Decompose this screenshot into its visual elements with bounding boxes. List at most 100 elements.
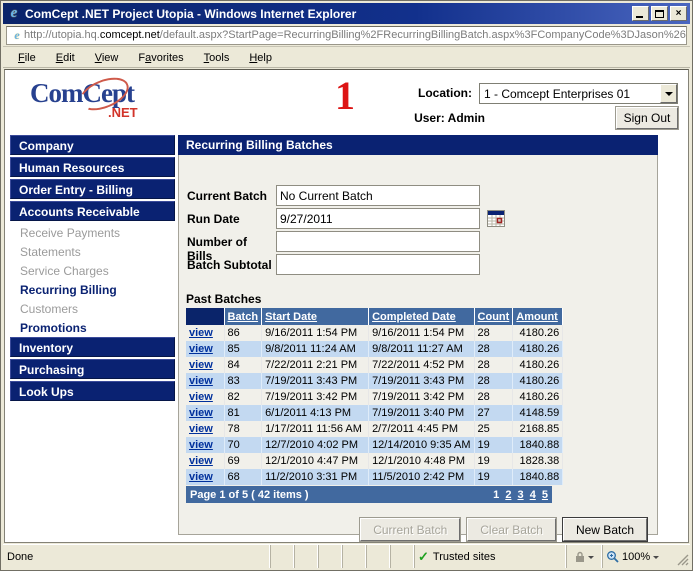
cell-amount: 4180.26 bbox=[513, 357, 563, 373]
new-batch-button[interactable]: New Batch bbox=[563, 518, 647, 541]
view-link[interactable]: view bbox=[189, 439, 213, 451]
pager-page-2[interactable]: 2 bbox=[505, 489, 511, 501]
view-link[interactable]: view bbox=[189, 327, 213, 339]
protected-mode-pane[interactable] bbox=[566, 545, 602, 568]
page-title: Recurring Billing Batches bbox=[178, 135, 658, 155]
view-link[interactable]: view bbox=[189, 407, 213, 419]
sidebar-item-promotions[interactable]: Promotions bbox=[10, 318, 175, 337]
cell-batch: 86 bbox=[224, 325, 262, 341]
resize-grip[interactable] bbox=[677, 554, 689, 566]
cell-start: 7/19/2011 3:42 PM bbox=[262, 389, 369, 405]
cell-start: 11/2/2010 3:31 PM bbox=[262, 469, 369, 485]
sidebar-item-service-charges[interactable]: Service Charges bbox=[10, 261, 175, 280]
cell-count: 28 bbox=[474, 373, 513, 389]
maximize-button[interactable] bbox=[651, 6, 668, 21]
zoom-control[interactable]: 100% bbox=[602, 545, 690, 568]
security-zone-label: Trusted sites bbox=[433, 551, 496, 563]
location-select[interactable]: 1 - Comcept Enterprises 01 bbox=[479, 83, 678, 104]
cell-batch: 78 bbox=[224, 421, 262, 437]
cell-batch: 70 bbox=[224, 437, 262, 453]
sidebar-nav: Company Human Resources Order Entry - Bi… bbox=[10, 135, 175, 403]
cell-count: 28 bbox=[474, 389, 513, 405]
sidebar-item-receive-payments[interactable]: Receive Payments bbox=[10, 223, 175, 242]
menu-bar: File Edit View Favorites Tools Help bbox=[3, 48, 690, 68]
status-text: Done bbox=[3, 545, 270, 568]
view-link[interactable]: view bbox=[189, 455, 213, 467]
cell-batch: 69 bbox=[224, 453, 262, 469]
table-row: view 86 9/16/2011 1:54 PM 9/16/2011 1:54… bbox=[186, 325, 563, 341]
view-link[interactable]: view bbox=[189, 359, 213, 371]
sidebar-item-order-entry-billing[interactable]: Order Entry - Billing bbox=[10, 179, 175, 199]
cell-count: 19 bbox=[474, 453, 513, 469]
close-button[interactable]: × bbox=[670, 6, 687, 21]
browser-window: e ComCept .NET Project Utopia - Windows … bbox=[0, 0, 693, 571]
cell-count: 27 bbox=[474, 405, 513, 421]
column-batch[interactable]: Batch bbox=[224, 308, 262, 325]
minimize-button[interactable] bbox=[632, 6, 649, 21]
cell-count: 28 bbox=[474, 341, 513, 357]
cell-amount: 4180.26 bbox=[513, 373, 563, 389]
cell-count: 28 bbox=[474, 357, 513, 373]
cell-amount: 1828.38 bbox=[513, 453, 563, 469]
run-date-label: Run Date bbox=[187, 212, 273, 226]
sidebar-item-statements[interactable]: Statements bbox=[10, 242, 175, 261]
view-link[interactable]: view bbox=[189, 391, 213, 403]
menu-edit[interactable]: Edit bbox=[47, 50, 84, 66]
cell-completed: 12/14/2010 9:35 AM bbox=[369, 437, 474, 453]
column-count[interactable]: Count bbox=[474, 308, 513, 325]
pager-page-3[interactable]: 3 bbox=[518, 489, 524, 501]
sidebar-item-inventory[interactable]: Inventory bbox=[10, 337, 175, 357]
sidebar-item-accounts-receivable[interactable]: Accounts Receivable bbox=[10, 201, 175, 221]
table-row: view 69 12/1/2010 4:47 PM 12/1/2010 4:48… bbox=[186, 453, 563, 469]
location-dropdown-arrow-icon[interactable] bbox=[660, 84, 677, 103]
sidebar-item-company[interactable]: Company bbox=[10, 135, 175, 155]
calendar-icon[interactable] bbox=[487, 210, 505, 227]
batch-subtotal-label: Batch Subtotal bbox=[187, 258, 273, 272]
sidebar-item-customers[interactable]: Customers bbox=[10, 299, 175, 318]
run-date-field[interactable] bbox=[276, 208, 480, 229]
cell-batch: 81 bbox=[224, 405, 262, 421]
cell-amount: 1840.88 bbox=[513, 437, 563, 453]
page-content: ComCept .NET 1 Location: 1 - Comcept Ent… bbox=[4, 69, 689, 543]
window-title: ComCept .NET Project Utopia - Windows In… bbox=[25, 7, 632, 21]
address-bar: e http://utopia.hq.comcept.net/default.a… bbox=[3, 24, 690, 47]
user-label: User: Admin bbox=[357, 111, 485, 125]
view-link[interactable]: view bbox=[189, 423, 213, 435]
view-link[interactable]: view bbox=[189, 343, 213, 355]
view-link[interactable]: view bbox=[189, 471, 213, 483]
column-completed-date[interactable]: Completed Date bbox=[369, 308, 474, 325]
sidebar-item-look-ups[interactable]: Look Ups bbox=[10, 381, 175, 401]
cell-count: 19 bbox=[474, 437, 513, 453]
menu-file[interactable]: File bbox=[9, 50, 45, 66]
sidebar-item-human-resources[interactable]: Human Resources bbox=[10, 157, 175, 177]
main-body: Current Batch Run Date bbox=[178, 155, 658, 535]
sidebar-item-purchasing[interactable]: Purchasing bbox=[10, 359, 175, 379]
url-input[interactable]: e http://utopia.hq.comcept.net/default.a… bbox=[6, 26, 687, 45]
view-link[interactable]: view bbox=[189, 375, 213, 387]
trusted-check-icon: ✓ bbox=[418, 549, 429, 565]
current-batch-field[interactable] bbox=[276, 185, 480, 206]
cell-amount: 4180.26 bbox=[513, 325, 563, 341]
menu-favorites[interactable]: Favorites bbox=[129, 50, 192, 66]
menu-view[interactable]: View bbox=[86, 50, 128, 66]
cell-amount: 1840.88 bbox=[513, 469, 563, 485]
menu-help[interactable]: Help bbox=[240, 50, 281, 66]
cell-amount: 4148.59 bbox=[513, 405, 563, 421]
sidebar-item-recurring-billing[interactable]: Recurring Billing bbox=[10, 280, 175, 299]
pager-page-4[interactable]: 4 bbox=[530, 489, 536, 501]
past-batches-title: Past Batches bbox=[186, 292, 261, 306]
cell-batch: 85 bbox=[224, 341, 262, 357]
location-selected-value: 1 - Comcept Enterprises 01 bbox=[480, 84, 660, 103]
cell-completed: 2/7/2011 4:45 PM bbox=[369, 421, 474, 437]
cell-start: 9/16/2011 1:54 PM bbox=[262, 325, 369, 341]
menu-tools[interactable]: Tools bbox=[195, 50, 239, 66]
column-amount[interactable]: Amount bbox=[513, 308, 563, 325]
batch-subtotal-field[interactable] bbox=[276, 254, 480, 275]
cell-amount: 4180.26 bbox=[513, 341, 563, 357]
number-of-bills-field[interactable] bbox=[276, 231, 480, 252]
action-buttons: Current Batch Clear Batch New Batch bbox=[360, 518, 647, 541]
pager-page-5[interactable]: 5 bbox=[542, 489, 548, 501]
sign-out-button[interactable]: Sign Out bbox=[616, 107, 678, 129]
column-start-date[interactable]: Start Date bbox=[262, 308, 369, 325]
status-pane bbox=[342, 545, 366, 568]
